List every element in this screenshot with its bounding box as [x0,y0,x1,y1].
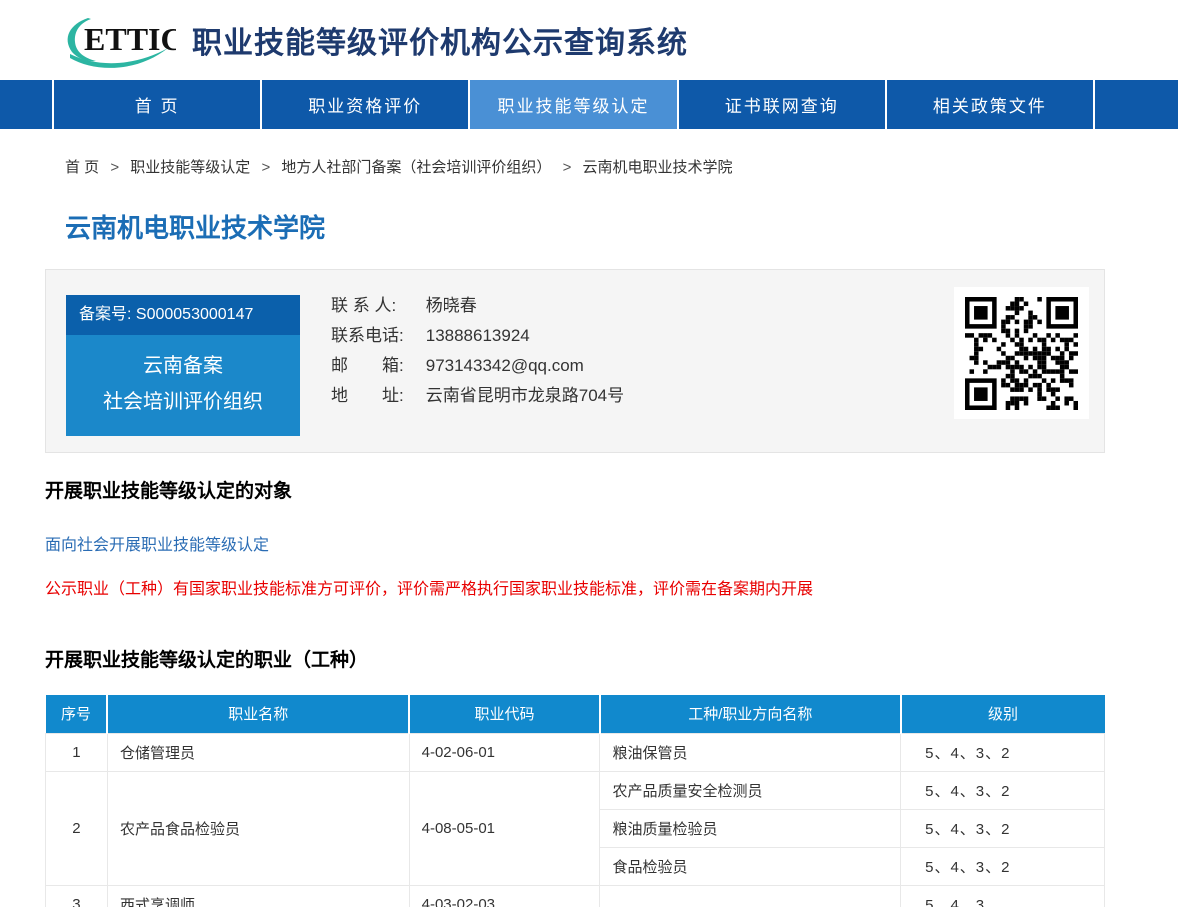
contact-info: 联 系 人: 杨晓春 联系电话: 13888613924 邮 箱: 973143… [331,291,624,411]
cell-direction: 粮油质量检验员 [600,809,901,847]
col-header-direction-name: 工种/职业方向名称 [600,695,901,733]
cell-level: 5、4、3、2 [901,847,1105,885]
occupations-table: 序号 职业名称 职业代码 工种/职业方向名称 级别 1 仓储管理员 4-02-0… [45,695,1105,907]
contact-email-label: 邮 箱: [331,351,415,381]
nav-item-home[interactable]: 首 页 [52,80,260,129]
qr-code-icon [965,297,1078,410]
contact-address-value: 云南省昆明市龙泉路704号 [426,386,624,405]
col-header-seq: 序号 [46,695,108,733]
cell-level: 5、4、3、2 [901,809,1105,847]
contact-person-value: 杨晓春 [426,296,477,315]
site-header: ETTIC 职业技能等级评价机构公示查询系统 [0,0,1178,80]
ettic-logo-icon: ETTIC [58,12,176,68]
cell-seq: 2 [46,771,108,885]
table-row: 2 农产品食品检验员 4-08-05-01 农产品质量安全检测员 5、4、3、2 [46,771,1105,809]
ettic-logo[interactable]: ETTIC [58,12,176,68]
cell-occupation-code: 4-08-05-01 [409,771,600,885]
contact-email-row: 邮 箱: 973143342@qq.com [331,351,624,381]
cell-level: 5、4、3、2 [901,771,1105,809]
nav-item-policy-documents[interactable]: 相关政策文件 [885,80,1095,129]
record-number-value: S000053000147 [136,306,253,323]
site-title: 职业技能等级评价机构公示查询系统 [192,18,688,62]
cell-occupation-code: 4-03-02-03 [409,885,600,907]
cell-direction: 粮油保管员 [600,733,901,771]
col-header-level: 级别 [901,695,1105,733]
notice-text: 公示职业（工种）有国家职业技能标准方可评价，评价需严格执行国家职业技能标准，评价… [45,575,1105,599]
cell-occupation-code: 4-02-06-01 [409,733,600,771]
section-title-occupations: 开展职业技能等级认定的职业（工种） [45,645,1105,672]
contact-phone-row: 联系电话: 13888613924 [331,321,624,351]
cell-direction: 农产品质量安全检测员 [600,771,901,809]
contact-address-label: 地 址: [331,381,415,411]
main-content: 首 页 > 职业技能等级认定 > 地方人社部门备案（社会培训评价组织） > 云南… [45,156,1105,907]
breadcrumb-current-org: 云南机电职业技术学院 [583,159,733,176]
contact-address-row: 地 址: 云南省昆明市龙泉路704号 [331,381,624,411]
main-nav: 首 页 职业资格评价 职业技能等级认定 证书联网查询 相关政策文件 [0,80,1178,129]
record-number-label: 备案号: [79,306,131,323]
page-title: 云南机电职业技术学院 [65,208,1105,245]
col-header-occupation-name: 职业名称 [107,695,409,733]
record-badge: 备案号: S000053000147 云南备案 社会培训评价组织 [66,295,300,436]
record-number: 备案号: S000053000147 [66,295,300,335]
cell-occupation-name: 仓储管理员 [107,733,409,771]
breadcrumb-separator: > [563,159,572,176]
breadcrumb-local-record[interactable]: 地方人社部门备案（社会培训评价组织） [281,159,551,176]
cell-direction [600,885,901,907]
org-info-card: 备案号: S000053000147 云南备案 社会培训评价组织 联 系 人: … [45,269,1105,453]
cell-seq: 3 [46,885,108,907]
contact-person-row: 联 系 人: 杨晓春 [331,291,624,321]
cell-occupation-name: 农产品食品检验员 [107,771,409,885]
cell-seq: 1 [46,733,108,771]
target-scope-link[interactable]: 面向社会开展职业技能等级认定 [45,531,1105,555]
cell-level: 5、4、3 [901,885,1105,907]
cell-level: 5、4、3、2 [901,733,1105,771]
svg-text:ETTIC: ETTIC [84,21,176,57]
contact-email-value: 973143342@qq.com [426,356,584,375]
contact-phone-label: 联系电话: [331,321,415,351]
col-header-occupation-code: 职业代码 [409,695,600,733]
contact-phone-value: 13888613924 [426,326,530,345]
breadcrumb-separator: > [110,159,119,176]
breadcrumb-skill-level[interactable]: 职业技能等级认定 [130,159,250,176]
cell-occupation-name: 西式烹调师 [107,885,409,907]
breadcrumb: 首 页 > 职业技能等级认定 > 地方人社部门备案（社会培训评价组织） > 云南… [65,156,1105,177]
table-row: 1 仓储管理员 4-02-06-01 粮油保管员 5、4、3、2 [46,733,1105,771]
cell-direction: 食品检验员 [600,847,901,885]
nav-inner: 首 页 职业资格评价 职业技能等级认定 证书联网查询 相关政策文件 [52,80,1095,129]
record-org-type: 社会培训评价组织 [66,384,300,420]
table-row: 3 西式烹调师 4-03-02-03 5、4、3 [46,885,1105,907]
record-region: 云南备案 [66,348,300,384]
contact-person-label: 联 系 人: [331,291,415,321]
nav-item-certificate-query[interactable]: 证书联网查询 [677,80,885,129]
record-badge-type: 云南备案 社会培训评价组织 [66,335,300,436]
qr-code [954,287,1089,419]
section-title-target: 开展职业技能等级认定的对象 [45,476,1105,503]
breadcrumb-separator: > [261,159,270,176]
breadcrumb-home[interactable]: 首 页 [65,159,99,176]
table-header-row: 序号 职业名称 职业代码 工种/职业方向名称 级别 [46,695,1105,733]
nav-item-occupational-qualification[interactable]: 职业资格评价 [260,80,468,129]
nav-item-skill-level-certification[interactable]: 职业技能等级认定 [468,80,676,129]
